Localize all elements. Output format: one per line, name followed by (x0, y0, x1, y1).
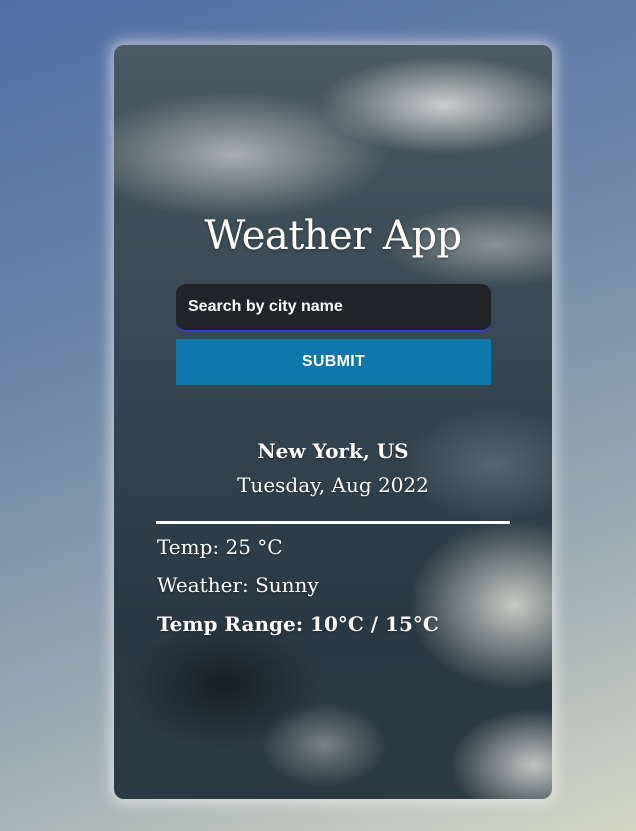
weather-card: Weather App SUBMIT New York, US Tuesday,… (114, 45, 552, 799)
location-label: New York, US (257, 439, 409, 463)
divider (156, 521, 510, 524)
temp-range-text: Temp Range: 10°C / 15°C (157, 612, 439, 636)
temperature-text: Temp: 25 °C (157, 535, 283, 559)
date-label: Tuesday, Aug 2022 (237, 473, 429, 497)
submit-button[interactable]: SUBMIT (176, 339, 491, 385)
city-search-input[interactable] (176, 284, 491, 332)
weather-condition-text: Weather: Sunny (157, 573, 319, 597)
app-title: Weather App (204, 213, 462, 259)
